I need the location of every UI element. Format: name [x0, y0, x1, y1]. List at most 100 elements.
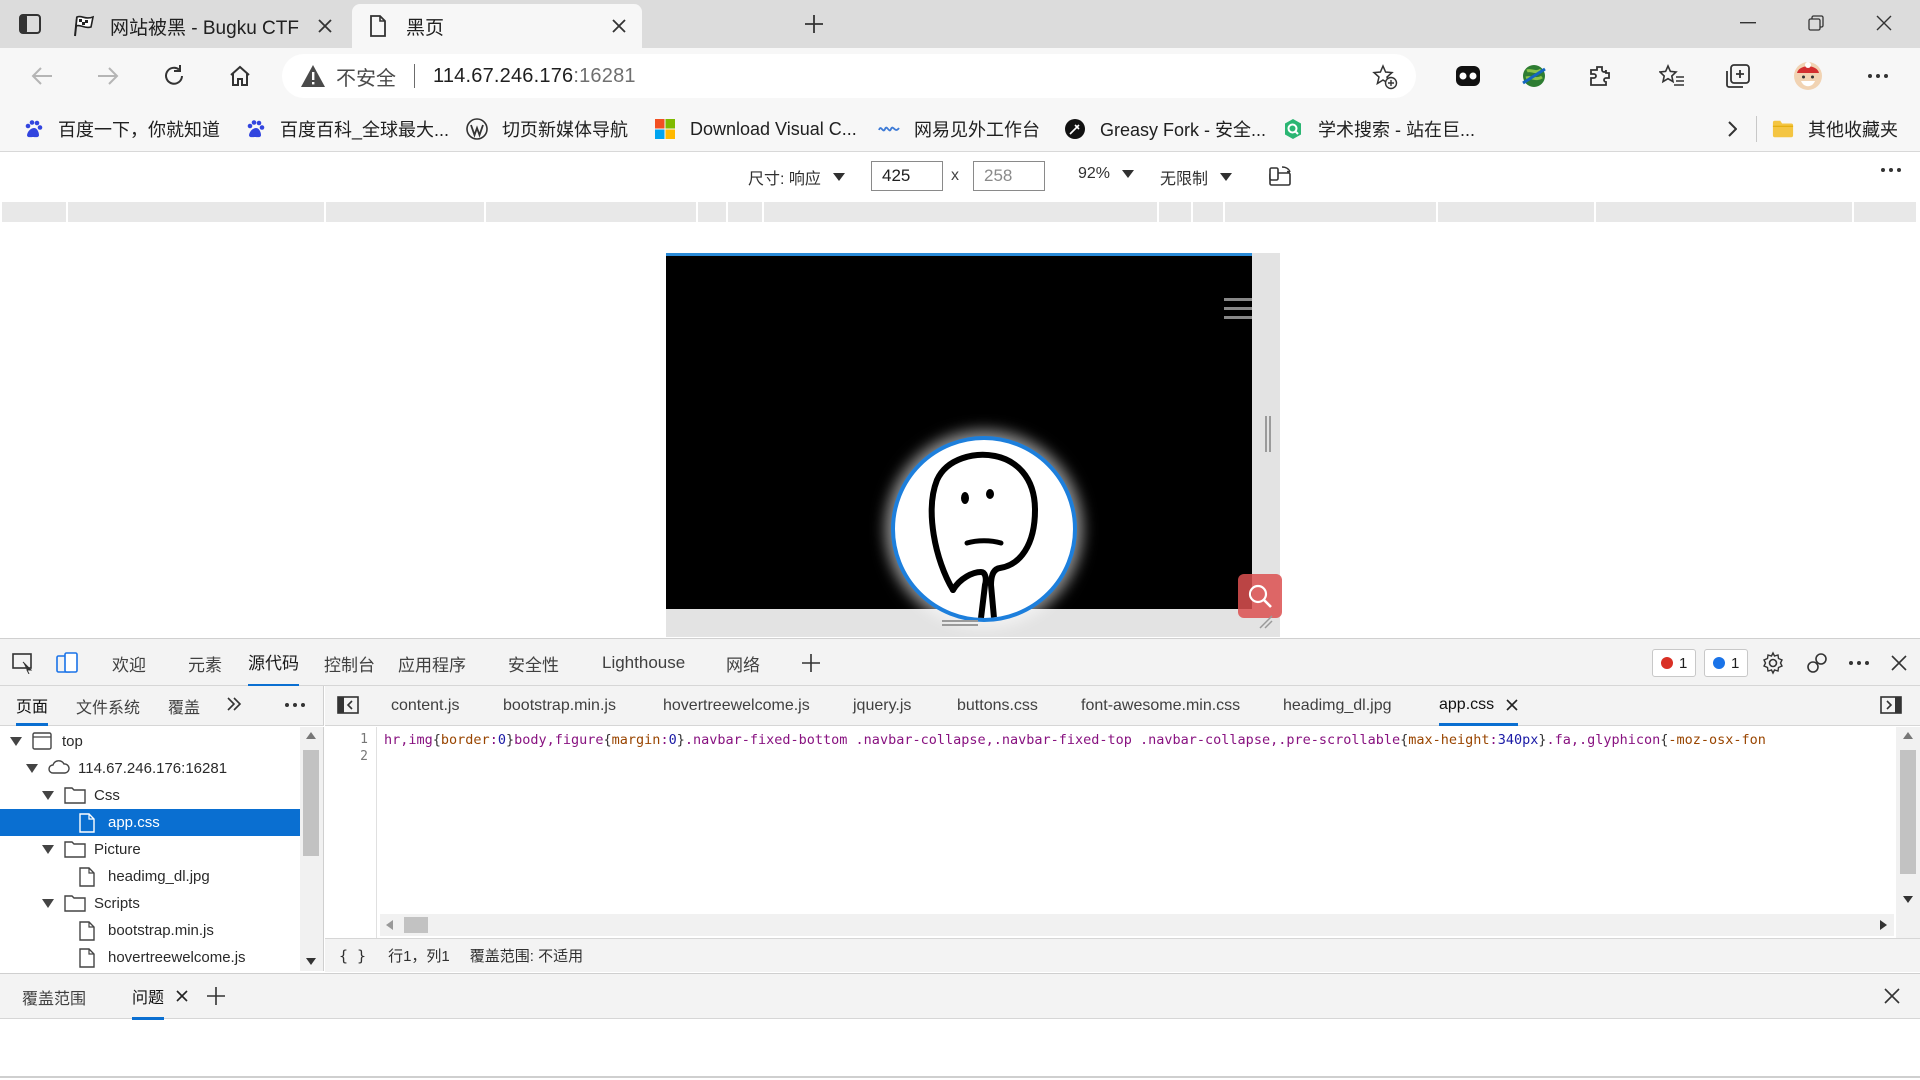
bookmark-scholar[interactable]: 学术搜索 - 站在巨...	[1282, 113, 1475, 145]
info-count-badge[interactable]: 1	[1704, 649, 1749, 677]
close-icon[interactable]	[1506, 698, 1518, 711]
code-editor[interactable]: hr,img{border:0}body,figure{margin:0}.na…	[380, 727, 1894, 917]
tab-elements[interactable]: 元素	[188, 639, 222, 687]
editor-tab[interactable]: bootstrap.min.js	[503, 686, 616, 726]
extension-icon-1[interactable]	[1446, 56, 1490, 96]
settings-more-icon[interactable]	[1856, 56, 1900, 96]
height-input[interactable]: 258	[973, 161, 1045, 191]
code-horizontal-thumb[interactable]	[404, 917, 428, 933]
tab-actions-icon[interactable]	[14, 8, 46, 40]
tab-sources[interactable]: 源代码	[248, 639, 299, 687]
hamburger-menu-icon[interactable]	[1224, 298, 1252, 320]
gear-icon[interactable]	[1758, 649, 1788, 677]
rotate-icon[interactable]	[1268, 165, 1296, 189]
tree-scroll-thumb[interactable]	[303, 750, 319, 856]
width-input[interactable]: 425	[871, 161, 943, 191]
extensions-icon[interactable]	[1578, 56, 1622, 96]
tree-item-headimg[interactable]: headimg_dl.jpg	[0, 863, 300, 890]
viewport-resize-handle-right[interactable]	[1265, 416, 1271, 452]
editor-tab[interactable]: headimg_dl.jpg	[1283, 686, 1392, 726]
throttle-dropdown[interactable]: 无限制	[1160, 165, 1233, 189]
new-tab-button[interactable]	[796, 8, 832, 40]
editor-tab[interactable]: hovertreewelcome.js	[663, 686, 810, 726]
minimize-button[interactable]	[1714, 0, 1782, 46]
tab-coverage[interactable]: 覆盖范围	[22, 974, 86, 1020]
scroll-down-arrow-icon[interactable]	[306, 958, 316, 965]
profile-avatar[interactable]	[1786, 56, 1830, 96]
media-query-bar[interactable]	[0, 199, 1920, 225]
zoom-dropdown[interactable]: 92%	[1078, 165, 1135, 183]
inspect-icon[interactable]	[8, 649, 38, 677]
device-emulation-icon[interactable]	[52, 649, 82, 677]
tab-heiye[interactable]: 黑页	[352, 4, 642, 48]
collections-icon[interactable]	[1716, 56, 1760, 96]
floating-search-button[interactable]	[1238, 574, 1282, 618]
tree-item-bootstrap[interactable]: bootstrap.min.js	[0, 917, 300, 944]
tab-console[interactable]: 控制台	[324, 639, 375, 687]
scroll-left-arrow-icon[interactable]	[386, 920, 393, 930]
tree-item-scripts[interactable]: Scripts	[0, 890, 300, 917]
tree-item-picture[interactable]: Picture	[0, 836, 300, 863]
editor-tab[interactable]: content.js	[391, 686, 459, 726]
editor-tab-active[interactable]: app.css	[1439, 686, 1519, 726]
connect-device-icon[interactable]	[1802, 649, 1832, 677]
viewport-resize-handle-bottom[interactable]	[942, 620, 978, 628]
scroll-up-arrow-icon[interactable]	[306, 732, 316, 739]
refresh-button[interactable]	[152, 56, 196, 96]
tab-lighthouse[interactable]: Lighthouse	[602, 639, 685, 687]
address-bar[interactable]: 不安全 114.67.246.176:16281	[282, 54, 1416, 98]
tab-security[interactable]: 安全性	[508, 639, 559, 687]
close-window-button[interactable]	[1850, 0, 1918, 46]
bookmark-baike[interactable]: 百度百科_全球最大...	[244, 113, 449, 145]
tree-item-app-css[interactable]: app.css	[0, 809, 300, 836]
close-icon[interactable]	[604, 11, 634, 41]
error-count-badge[interactable]: 1	[1652, 649, 1697, 677]
devtools-more-icon[interactable]	[1844, 649, 1874, 677]
scroll-up-arrow-icon[interactable]	[1903, 732, 1913, 739]
add-drawer-tab-icon[interactable]	[206, 986, 228, 1008]
tab-application[interactable]: 应用程序	[398, 639, 466, 687]
globe-extension-icon[interactable]	[1512, 56, 1556, 96]
tab-filesystem[interactable]: 文件系统	[76, 686, 140, 726]
other-bookmarks[interactable]: 其他收藏夹	[1772, 113, 1898, 145]
bookmark-qieye[interactable]: 切页新媒体导航	[466, 113, 628, 145]
editor-tab[interactable]: buttons.css	[957, 686, 1038, 726]
editor-tab[interactable]: font-awesome.min.css	[1081, 686, 1240, 726]
editor-tab[interactable]: jquery.js	[853, 686, 911, 726]
tab-issues[interactable]: 问题	[132, 974, 165, 1020]
close-icon[interactable]	[176, 990, 190, 1004]
tree-item-css[interactable]: Css	[0, 782, 300, 809]
scroll-right-arrow-icon[interactable]	[1880, 920, 1887, 930]
home-button[interactable]	[218, 56, 262, 96]
tree-item-host[interactable]: 114.67.246.176:16281	[0, 755, 300, 782]
add-favorite-icon[interactable]	[1372, 64, 1398, 90]
bookmark-download-visual[interactable]: Download Visual C...	[654, 113, 857, 145]
tab-page[interactable]: 页面	[16, 686, 49, 726]
tab-network[interactable]: 网络	[726, 639, 760, 687]
tab-welcome[interactable]: 欢迎	[112, 639, 146, 687]
restore-button[interactable]	[1782, 0, 1850, 46]
toggle-debugger-icon[interactable]	[1880, 696, 1904, 716]
forward-button[interactable]	[86, 56, 130, 96]
pretty-print-button[interactable]: { }	[339, 947, 366, 965]
close-devtools-icon[interactable]	[1884, 649, 1914, 677]
add-tab-icon[interactable]	[796, 649, 826, 677]
more-tabs-icon[interactable]	[226, 696, 246, 716]
favorites-icon[interactable]	[1650, 56, 1694, 96]
device-more-icon[interactable]	[1880, 167, 1904, 185]
chevron-right-icon[interactable]	[1720, 118, 1744, 140]
navigator-more-icon[interactable]	[284, 702, 308, 712]
bookmark-netease[interactable]: 网易见外工作台	[878, 113, 1040, 145]
close-icon[interactable]	[310, 11, 340, 41]
back-button[interactable]	[20, 56, 64, 96]
tab-overrides[interactable]: 覆盖	[168, 686, 200, 726]
tab-bugku[interactable]: 网站被黑 - Bugku CTF	[56, 4, 348, 48]
toggle-navigator-icon[interactable]	[337, 696, 361, 716]
code-vertical-thumb[interactable]	[1900, 750, 1916, 874]
bookmark-baidu[interactable]: 百度一下，你就知道	[22, 113, 220, 145]
warning-icon[interactable]	[300, 64, 326, 88]
security-label[interactable]: 不安全	[336, 62, 396, 91]
url-text[interactable]: 114.67.246.176:16281	[433, 65, 636, 88]
scroll-down-arrow-icon[interactable]	[1903, 896, 1913, 903]
dimensions-dropdown[interactable]: 尺寸: 响应	[748, 165, 845, 189]
